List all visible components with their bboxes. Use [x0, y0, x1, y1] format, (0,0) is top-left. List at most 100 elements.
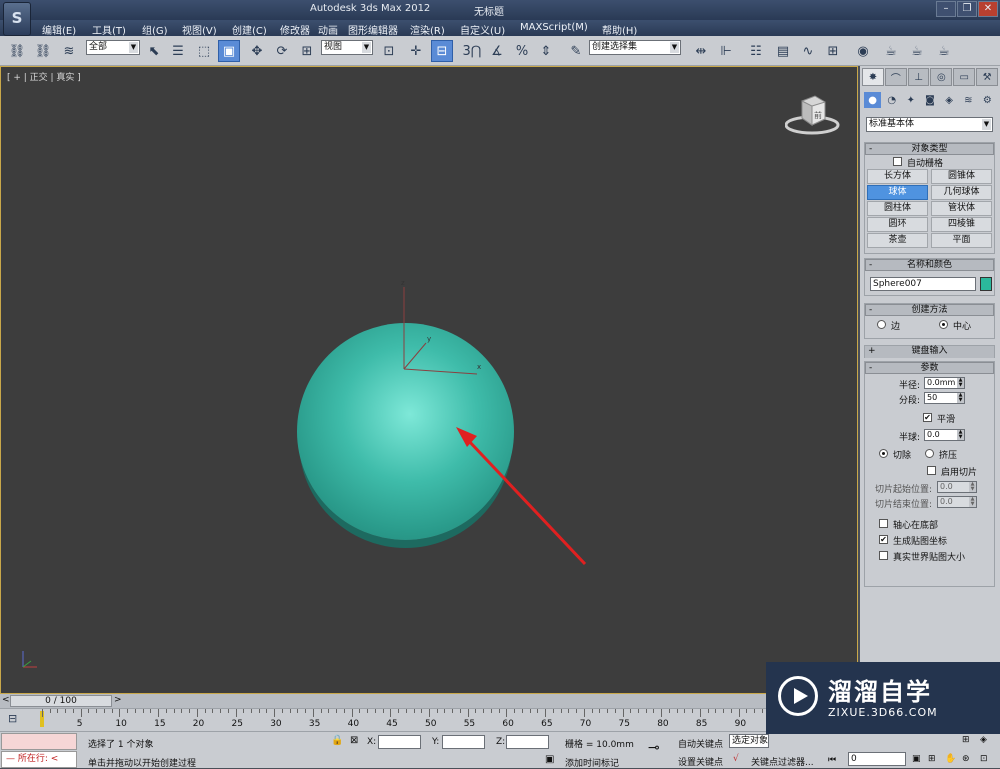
add-time-tag[interactable]: 添加时间标记 — [565, 756, 619, 769]
torus-button[interactable]: 圆环 — [867, 217, 928, 232]
key-filters-button[interactable]: 关键点过滤器... — [751, 755, 814, 768]
rect-selection-region-icon[interactable]: ⬚ — [193, 40, 215, 62]
space-warps-icon[interactable]: ≋ — [960, 92, 977, 108]
spinner-snap-icon[interactable]: ⇕ — [535, 40, 557, 62]
shapes-icon[interactable]: ◔ — [883, 92, 900, 108]
unlink-icon[interactable]: ⛓ — [32, 40, 54, 62]
next-frame-icon[interactable]: > — [114, 695, 122, 705]
menu-rendering[interactable]: 渲染(R) — [410, 22, 445, 37]
cylinder-button[interactable]: 圆柱体 — [867, 201, 928, 216]
plane-button[interactable]: 平面 — [931, 233, 992, 248]
center-radio[interactable] — [939, 320, 948, 329]
time-tag-icon[interactable]: ▣ — [545, 754, 554, 765]
go-to-start-icon[interactable]: ⏮ — [828, 755, 836, 765]
sphere-button[interactable]: 球体 — [867, 185, 928, 200]
render-production-icon[interactable]: ☕ — [933, 40, 955, 62]
utilities-tab-icon[interactable]: ⚒ — [976, 68, 998, 86]
enable-slice-checkbox[interactable] — [927, 466, 936, 475]
object-color-swatch[interactable] — [980, 277, 992, 291]
zoom-extents-icon[interactable]: ⊞ — [962, 735, 970, 745]
menu-group[interactable]: 组(G) — [142, 22, 168, 37]
restore-icon[interactable]: ❐ — [957, 1, 977, 17]
menu-tools[interactable]: 工具(T) — [92, 22, 126, 37]
align-icon[interactable]: ⊩ — [715, 40, 737, 62]
pyramid-button[interactable]: 四棱锥 — [931, 217, 992, 232]
render-setup-icon[interactable]: ☕ — [880, 40, 902, 62]
menu-modifiers[interactable]: 修改器 — [280, 22, 310, 37]
menu-create[interactable]: 创建(C) — [232, 22, 267, 37]
menu-animation[interactable]: 动画 — [318, 22, 338, 37]
close-icon[interactable]: ✕ — [978, 1, 998, 17]
squash-radio[interactable] — [925, 449, 934, 458]
menu-graph-editors[interactable]: 图形编辑器 — [348, 22, 398, 37]
auto-key-button[interactable]: 自动关键点 — [678, 737, 723, 750]
mirror-icon[interactable]: ⇹ — [690, 40, 712, 62]
smooth-checkbox[interactable]: ✔ — [923, 413, 932, 422]
edge-radio[interactable] — [877, 320, 886, 329]
create-tab-icon[interactable]: ✸ — [862, 68, 884, 86]
snaps-toggle-icon[interactable]: 3 ⋂ — [461, 40, 483, 62]
motion-tab-icon[interactable]: ◎ — [930, 68, 953, 86]
perspective-viewport[interactable]: [ + | 正交 | 真实 ] 前 z y x — [0, 66, 858, 694]
chop-radio[interactable] — [879, 449, 888, 458]
percent-snap-icon[interactable]: % — [511, 40, 533, 62]
zoom-all-icon[interactable]: ⊞ — [928, 754, 936, 764]
systems-icon[interactable]: ⚙ — [979, 92, 996, 108]
viewport-label[interactable]: [ + | 正交 | 真实 ] — [7, 70, 81, 83]
reference-coord-dropdown[interactable]: 视图 ▼ — [321, 40, 373, 55]
keyboard-shortcut-override-icon[interactable]: ⊟ — [431, 40, 453, 62]
selected-dropdown[interactable]: 选定对象 — [729, 734, 769, 748]
cameras-icon[interactable]: ◙ — [921, 92, 938, 108]
select-by-name-icon[interactable]: ☰ — [167, 40, 189, 62]
time-slider[interactable]: 0 / 100 — [10, 695, 112, 707]
link-icon[interactable]: ⛓ — [6, 40, 28, 62]
hemisphere-spinner[interactable]: 0.0 ▲ ▼ — [924, 429, 965, 441]
menu-customize[interactable]: 自定义(U) — [460, 22, 505, 37]
curve-editor-icon[interactable]: ∿ — [797, 40, 819, 62]
app-logo-icon[interactable]: S — [3, 2, 31, 36]
slice-from-spinner[interactable]: 0.0 ▲ ▼ — [937, 481, 977, 493]
maxscript-listener-input[interactable] — [1, 733, 77, 750]
object-name-input[interactable]: Sphere007 — [870, 277, 976, 291]
category-dropdown[interactable]: 标准基本体 ▼ — [866, 117, 993, 132]
maxscript-prompt[interactable]: — 所在行: < — [1, 751, 77, 768]
segments-spinner[interactable]: 50 ▲ ▼ — [924, 392, 965, 404]
helpers-icon[interactable]: ◈ — [941, 92, 958, 108]
modify-tab-icon[interactable]: ⌒ — [884, 68, 907, 86]
lights-icon[interactable]: ✦ — [902, 92, 919, 108]
slice-to-spinner[interactable]: 0.0 ▲ ▼ — [937, 496, 977, 508]
real-world-map-checkbox[interactable] — [879, 551, 888, 560]
geometry-icon[interactable]: ● — [864, 92, 882, 108]
named-selection-dropdown[interactable]: 创建选择集 ▼ — [589, 40, 681, 55]
lock-icon[interactable]: 🔒 — [331, 735, 343, 746]
box-button[interactable]: 长方体 — [867, 169, 928, 184]
radius-spinner[interactable]: 0.0mm ▲ ▼ — [924, 377, 965, 389]
menu-views[interactable]: 视图(V) — [182, 22, 217, 37]
pan-view-icon[interactable]: ✋ — [945, 754, 956, 764]
key-icon[interactable]: ⊸ — [648, 740, 660, 756]
geosphere-button[interactable]: 几何球体 — [931, 185, 992, 200]
object-type-header[interactable]: - 对象类型 — [865, 143, 994, 155]
absolute-mode-icon[interactable]: ⊠ — [350, 735, 358, 746]
angle-snap-icon[interactable]: ∡ — [486, 40, 508, 62]
rendered-frame-icon[interactable]: ☕ — [906, 40, 928, 62]
set-key-button[interactable]: 设置关键点 — [678, 755, 723, 768]
menu-edit[interactable]: 编辑(E) — [42, 22, 76, 37]
cone-button[interactable]: 圆锥体 — [931, 169, 992, 184]
base-to-pivot-checkbox[interactable] — [879, 519, 888, 528]
rotate-icon[interactable]: ⟳ — [271, 40, 293, 62]
parameters-header[interactable]: - 参数 — [865, 362, 994, 374]
maximize-viewport-icon[interactable]: ⊡ — [980, 754, 988, 764]
tube-button[interactable]: 管状体 — [931, 201, 992, 216]
autogrid-checkbox[interactable] — [893, 157, 902, 166]
minimize-icon[interactable]: – — [936, 1, 956, 17]
z-coord-input[interactable] — [506, 735, 549, 749]
material-editor-icon[interactable]: ◉ — [852, 40, 874, 62]
layer-manager-icon[interactable]: ☷ — [745, 40, 767, 62]
select-manipulate-icon[interactable]: ✛ — [405, 40, 427, 62]
y-coord-input[interactable] — [442, 735, 485, 749]
keyboard-entry-rollout[interactable]: + 键盘输入 — [864, 345, 995, 358]
window-crossing-icon[interactable]: ▣ — [218, 40, 240, 62]
display-tab-icon[interactable]: ▭ — [953, 68, 976, 86]
schematic-view-icon[interactable]: ⊞ — [822, 40, 844, 62]
